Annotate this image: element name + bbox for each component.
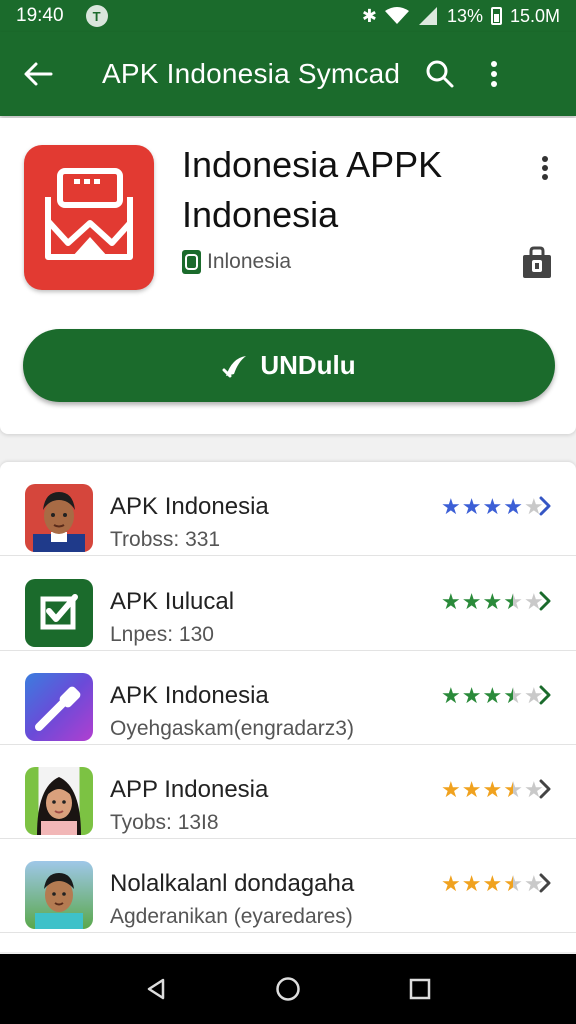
star-icon: ★	[503, 589, 523, 614]
developer-row[interactable]: Inlonesia	[182, 250, 291, 274]
star-icon: ★	[441, 589, 461, 614]
search-icon	[426, 60, 454, 88]
download-button[interactable]: UNDulu	[23, 329, 555, 402]
list-item-title: Nolalkalanl dondagaha	[110, 870, 355, 897]
star-icon: ★	[503, 871, 523, 896]
signal-icon	[418, 7, 437, 25]
list-item-title: APK Indonesia	[110, 682, 269, 709]
list-item[interactable]: APK Indonesia Trobss: 331 ★ ★ ★ ★ ★	[0, 462, 576, 556]
star-icon: ★	[482, 777, 503, 802]
star-icon: ★	[482, 871, 503, 896]
list-item-subtitle: Oyehgaskam(engradarz3)	[110, 717, 354, 740]
chevron-right-icon[interactable]	[534, 492, 556, 520]
list-item[interactable]: APK Iulucal Lnpes: 130 ★ ★ ★ ★ ★	[0, 557, 576, 651]
back-button[interactable]	[18, 54, 58, 94]
list-item-subtitle: Tyobs: 13I8	[110, 811, 219, 834]
related-apps-list: APK Indonesia Trobss: 331 ★ ★ ★ ★ ★ APK Iulu…	[0, 462, 576, 952]
rating-stars: ★ ★ ★ ★ ★	[441, 591, 544, 613]
system-nav-bar	[0, 954, 576, 1024]
chevron-right-icon[interactable]	[534, 869, 556, 897]
star-icon: ★	[441, 777, 461, 802]
bluetooth-icon: ✱	[361, 5, 377, 26]
rating-stars: ★ ★ ★ ★ ★	[441, 779, 544, 801]
rating-stars: ★ ★ ★ ★ ★	[441, 685, 544, 707]
list-item-title: APK Indonesia	[110, 493, 269, 520]
arrow-left-icon	[24, 62, 53, 86]
shopping-bag-icon[interactable]	[520, 246, 554, 280]
list-item-title: APP Indonesia	[110, 776, 269, 803]
star-icon: ★	[461, 683, 482, 708]
app-bar-title: APK Indonesia Symcad	[102, 58, 401, 89]
more-vert-icon	[542, 156, 548, 180]
star-icon: ★	[503, 777, 523, 802]
square-recents-icon	[409, 978, 431, 1000]
list-item-subtitle: Lnpes: 130	[110, 623, 214, 646]
app-header-card: Indonesia APPK Indonesia Inlonesia UNDul…	[0, 118, 576, 434]
list-item[interactable]: APK Indonesia Oyehgaskam(engradarz3) ★ ★ ★…	[0, 651, 576, 745]
star-icon: ★	[482, 494, 503, 519]
person-avatar	[25, 484, 93, 552]
chevron-right-icon[interactable]	[534, 587, 556, 615]
notification-icon: T	[85, 5, 108, 27]
pipette-app-icon	[25, 673, 93, 741]
developer-badge-icon	[182, 250, 201, 274]
star-icon: ★	[461, 777, 482, 802]
star-icon: ★	[482, 683, 503, 708]
list-item-subtitle: Agderanikan (eyaredares)	[110, 905, 353, 928]
star-icon: ★	[503, 683, 523, 708]
chevron-right-icon[interactable]	[534, 775, 556, 803]
battery-percent: 13%	[446, 5, 483, 26]
list-item-title: APK Iulucal	[110, 588, 235, 615]
status-clock-right: 15.0M	[509, 5, 560, 26]
rating-stars: ★ ★ ★ ★ ★	[441, 496, 544, 518]
person-avatar	[25, 767, 93, 835]
star-icon: ★	[461, 871, 482, 896]
star-icon: ★	[441, 683, 461, 708]
wifi-icon	[384, 7, 409, 24]
circle-home-icon	[276, 977, 300, 1001]
more-vert-icon	[491, 61, 498, 87]
rating-stars: ★ ★ ★ ★ ★	[441, 873, 544, 895]
list-item-subtitle: Trobss: 331	[110, 528, 221, 551]
star-icon: ★	[461, 589, 482, 614]
status-bar: 19:40 T ✱ 13% 15.0M	[0, 0, 576, 32]
chevron-right-icon[interactable]	[534, 681, 556, 709]
app-logo-icon	[45, 168, 133, 260]
checkbox-app-icon	[25, 579, 93, 647]
triangle-back-icon	[147, 978, 165, 1000]
app-bar: APK Indonesia Symcad	[0, 32, 576, 116]
list-item[interactable]: APP Indonesia Tyobs: 13I8 ★ ★ ★ ★ ★	[0, 745, 576, 839]
star-icon: ★	[461, 494, 482, 519]
star-icon: ★	[441, 871, 461, 896]
nav-back-button[interactable]	[136, 969, 176, 1009]
app-name: Indonesia APPK Indonesia	[182, 144, 443, 235]
download-icon	[222, 355, 247, 377]
battery-icon	[490, 7, 502, 25]
nav-recents-button[interactable]	[400, 969, 440, 1009]
star-icon: ★	[441, 494, 461, 519]
search-button[interactable]	[420, 54, 460, 94]
person-avatar	[25, 861, 93, 929]
app-overflow-button[interactable]	[530, 148, 560, 188]
nav-home-button[interactable]	[268, 969, 308, 1009]
status-time: 19:40	[16, 5, 64, 26]
list-item[interactable]: Nolalkalanl dondagaha Agderanikan (eyare…	[0, 839, 576, 933]
app-icon	[24, 145, 154, 290]
star-icon: ★	[503, 494, 523, 519]
more-options-button[interactable]	[482, 54, 506, 94]
developer-name: Inlonesia	[207, 250, 292, 273]
star-icon: ★	[482, 589, 503, 614]
download-label: UNDulu	[260, 350, 356, 380]
